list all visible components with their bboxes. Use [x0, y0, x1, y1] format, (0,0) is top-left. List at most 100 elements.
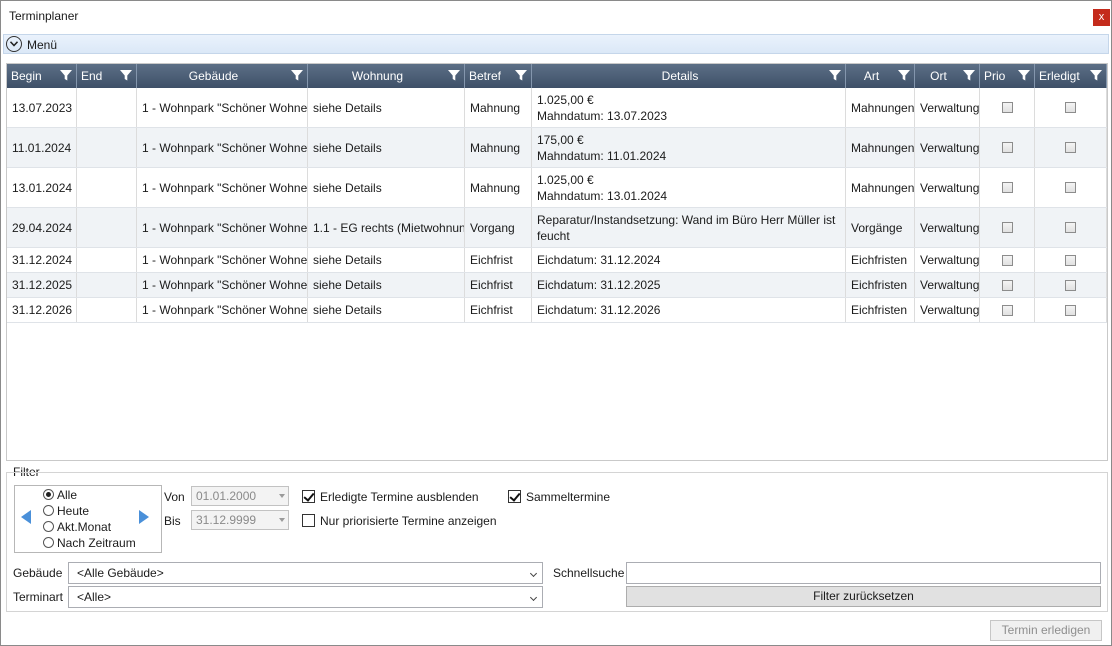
cell-erledigt[interactable] [1035, 208, 1107, 247]
cell-ort: Verwaltung [915, 168, 980, 207]
sammeltermine-label[interactable]: Sammeltermine [526, 490, 610, 504]
column-header-gebaeude[interactable]: Gebäude [137, 64, 308, 88]
erledigt-checkbox[interactable] [1065, 254, 1076, 266]
von-label: Von [164, 490, 185, 504]
prio-checkbox[interactable] [1001, 142, 1013, 153]
cell-details: 175,00 € Mahndatum: 11.01.2024 [532, 128, 846, 167]
arrow-left-icon[interactable] [21, 510, 31, 524]
erledigt-checkbox[interactable] [1065, 182, 1076, 193]
cell-erledigt[interactable] [1035, 168, 1107, 207]
erledigt-checkbox[interactable] [1065, 222, 1076, 233]
cell-prio[interactable] [980, 248, 1035, 272]
filter-funnel-icon[interactable] [1018, 69, 1030, 81]
cell-gebaeude: 1 - Wohnpark "Schöner Wohnen" [137, 248, 308, 272]
sammeltermine-checkbox[interactable] [508, 490, 521, 503]
table-row[interactable]: 13.01.2024 1 - Wohnpark "Schöner Wohnen" s… [7, 168, 1107, 208]
hide-done-label[interactable]: Erledigte Termine ausblenden [320, 490, 479, 504]
cell-erledigt[interactable] [1035, 273, 1107, 297]
appointments-grid[interactable]: Begin End Gebäude Wohnung Betref Details Art Or… [6, 63, 1108, 461]
hide-done-checkbox[interactable] [302, 490, 315, 503]
filter-funnel-icon[interactable] [898, 69, 910, 81]
chevron-down-icon[interactable] [6, 36, 22, 52]
filter-funnel-icon[interactable] [448, 69, 460, 81]
column-header-art[interactable]: Art [846, 64, 915, 88]
gebaeude-select[interactable]: <Alle Gebäude> [68, 562, 543, 584]
details-line: 175,00 € [537, 132, 584, 147]
prio-checkbox[interactable] [1001, 182, 1013, 193]
column-header-prio[interactable]: Prio [980, 64, 1035, 88]
cell-ort: Verwaltung [915, 248, 980, 272]
column-header-betreff[interactable]: Betref [465, 64, 532, 88]
cell-prio[interactable] [980, 298, 1035, 322]
terminart-select[interactable]: <Alle> [68, 586, 543, 608]
details-line: Eichdatum: 31.12.2025 [537, 278, 661, 292]
termin-erledigen-button[interactable]: Termin erledigen [990, 620, 1102, 641]
cell-art: Eichfristen [846, 298, 915, 322]
erledigt-checkbox[interactable] [1065, 279, 1076, 291]
bis-date-input[interactable]: 31.12.9999 [191, 510, 289, 530]
column-header-ort[interactable]: Ort [915, 64, 980, 88]
erledigt-checkbox[interactable] [1065, 102, 1076, 113]
schnellsuche-input[interactable] [626, 562, 1101, 584]
von-date-input[interactable]: 01.01.2000 [191, 486, 289, 506]
column-header-label: Prio [984, 69, 1006, 83]
column-header-end[interactable]: End [77, 64, 137, 88]
cell-erledigt[interactable] [1035, 88, 1107, 127]
filter-funnel-icon[interactable] [829, 69, 841, 81]
cell-gebaeude: 1 - Wohnpark "Schöner Wohnen" [137, 128, 308, 167]
filter-funnel-icon[interactable] [120, 69, 132, 81]
column-header-begin[interactable]: Begin [7, 64, 77, 88]
prio-checkbox[interactable] [1001, 254, 1013, 266]
cell-erledigt[interactable] [1035, 298, 1107, 322]
only-prio-label[interactable]: Nur priorisierte Termine anzeigen [320, 514, 497, 528]
title-bar: Terminplaner x [1, 1, 1111, 32]
prio-checkbox[interactable] [1001, 279, 1013, 291]
cell-erledigt[interactable] [1035, 128, 1107, 167]
prio-checkbox[interactable] [1001, 304, 1013, 316]
erledigt-checkbox[interactable] [1065, 142, 1076, 153]
filter-funnel-icon[interactable] [963, 69, 975, 81]
cell-prio[interactable] [980, 273, 1035, 297]
cell-art: Vorgänge [846, 208, 915, 247]
table-row[interactable]: 31.12.2026 1 - Wohnpark "Schöner Wohnen" s… [7, 298, 1107, 323]
cell-wohnung: siehe Details [308, 248, 465, 272]
column-header-erledigt[interactable]: Erledigt [1035, 64, 1107, 88]
prio-checkbox[interactable] [1001, 222, 1013, 233]
only-prio-checkbox[interactable] [302, 514, 315, 527]
table-row[interactable]: 13.07.2023 1 - Wohnpark "Schöner Wohnen" s… [7, 88, 1107, 128]
cell-prio[interactable] [980, 208, 1035, 247]
table-row[interactable]: 31.12.2025 1 - Wohnpark "Schöner Wohnen" s… [7, 273, 1107, 298]
cell-art: Mahnungen [846, 128, 915, 167]
cell-prio[interactable] [980, 168, 1035, 207]
table-row[interactable]: 31.12.2024 1 - Wohnpark "Schöner Wohnen" s… [7, 248, 1107, 273]
close-button[interactable]: x [1093, 9, 1110, 26]
column-header-wohnung[interactable]: Wohnung [308, 64, 465, 88]
reset-filter-button[interactable]: Filter zurücksetzen [626, 586, 1101, 607]
cell-prio[interactable] [980, 128, 1035, 167]
menu-label[interactable]: Menü [27, 38, 57, 52]
cell-prio[interactable] [980, 88, 1035, 127]
cell-betreff: Eichfrist [465, 273, 532, 297]
cell-betreff: Mahnung [465, 88, 532, 127]
cell-ort: Verwaltung [915, 273, 980, 297]
cell-details: 1.025,00 € Mahndatum: 13.07.2023 [532, 88, 846, 127]
filter-funnel-icon[interactable] [515, 69, 527, 81]
gebaeude-label: Gebäude [13, 566, 63, 580]
erledigt-checkbox[interactable] [1065, 304, 1076, 316]
column-header-details[interactable]: Details [532, 64, 846, 88]
menu-bar[interactable]: Menü [3, 34, 1109, 54]
cell-end [77, 208, 137, 247]
cell-gebaeude: 1 - Wohnpark "Schöner Wohnen" [137, 88, 308, 127]
arrow-right-icon[interactable] [139, 510, 149, 524]
filter-funnel-icon[interactable] [291, 69, 303, 81]
cell-erledigt[interactable] [1035, 248, 1107, 272]
table-row[interactable]: 11.01.2024 1 - Wohnpark "Schöner Wohnen" s… [7, 128, 1107, 168]
cell-ort: Verwaltung [915, 128, 980, 167]
filter-funnel-icon[interactable] [60, 69, 72, 81]
prio-checkbox[interactable] [1001, 102, 1013, 113]
table-row[interactable]: 29.04.2024 1 - Wohnpark "Schöner Wohnen" 1… [7, 208, 1107, 248]
cell-end [77, 168, 137, 207]
filter-funnel-icon[interactable] [1090, 69, 1102, 81]
cell-gebaeude: 1 - Wohnpark "Schöner Wohnen" [137, 298, 308, 322]
cell-gebaeude: 1 - Wohnpark "Schöner Wohnen" [137, 168, 308, 207]
